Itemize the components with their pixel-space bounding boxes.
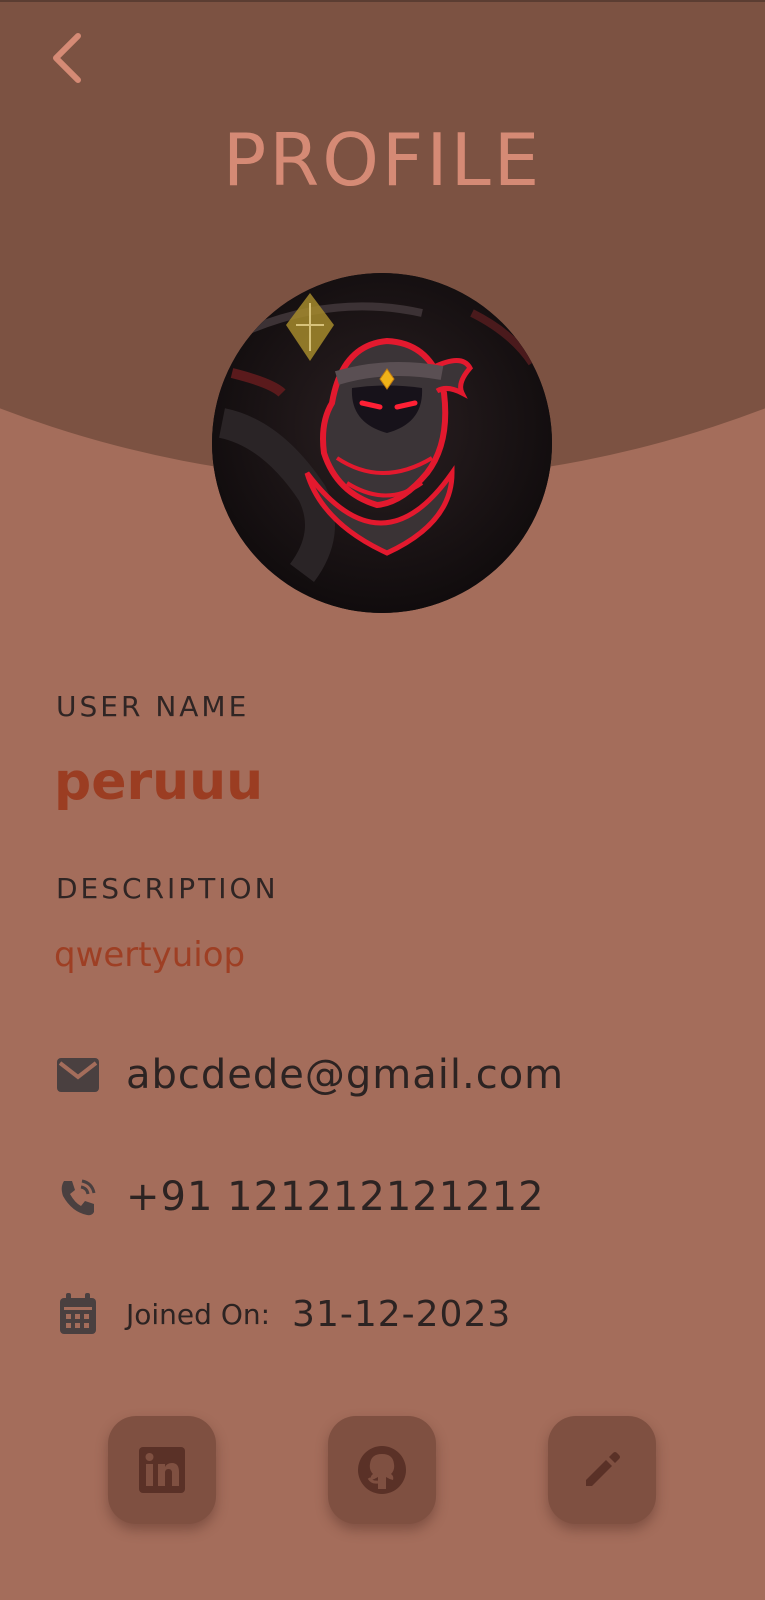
joined-label: Joined On:	[126, 1297, 271, 1331]
username-label: USER NAME	[56, 690, 250, 723]
github-button[interactable]	[328, 1416, 436, 1524]
phone-value: +91 121212121212	[126, 1174, 545, 1220]
linkedin-icon	[139, 1447, 185, 1493]
page-title: PROFILE	[222, 118, 543, 202]
email-icon	[56, 1053, 100, 1097]
chevron-left-icon	[53, 33, 81, 83]
edit-pencil-icon	[586, 1452, 620, 1486]
email-value: abcdede@gmail.com	[126, 1052, 565, 1098]
joined-row: Joined On: 31-12-2023	[56, 1292, 511, 1336]
top-divider	[0, 0, 765, 2]
github-icon	[358, 1446, 406, 1494]
linkedin-button[interactable]	[108, 1416, 216, 1524]
avatar[interactable]	[212, 273, 552, 613]
back-button[interactable]	[44, 28, 92, 88]
calendar-icon	[56, 1292, 100, 1336]
joined-date: 31-12-2023	[292, 1293, 512, 1335]
description-value: qwertyuiop	[54, 935, 246, 975]
phone-row[interactable]: +91 121212121212	[56, 1174, 545, 1220]
description-label: DESCRIPTION	[56, 872, 279, 905]
email-row[interactable]: abcdede@gmail.com	[56, 1052, 564, 1098]
username-value: peruuu	[54, 752, 264, 812]
phone-call-icon	[56, 1175, 100, 1219]
ninja-avatar-image	[212, 273, 552, 613]
edit-button[interactable]	[548, 1416, 656, 1524]
